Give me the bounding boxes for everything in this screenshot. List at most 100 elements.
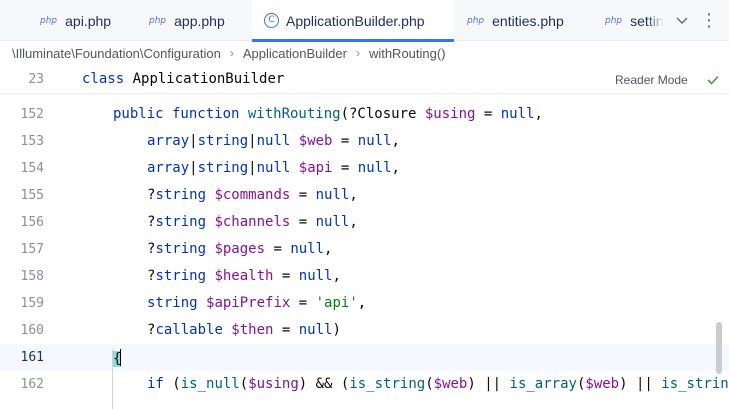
- tab-application-builder-php[interactable]: C ApplicationBuilder.php: [252, 0, 454, 42]
- code-token: ,: [534, 106, 543, 122]
- breadcrumb-namespace[interactable]: \Illuminate\Foundation\Configuration: [12, 46, 221, 61]
- variable: $using: [248, 376, 299, 392]
- variable: $channels: [214, 214, 291, 230]
- editor-tab-bar: php api.php php app.php C ApplicationBui…: [0, 0, 729, 42]
- code-line[interactable]: 155 ?string $commands = null,: [0, 182, 729, 209]
- variable: $web: [585, 376, 620, 392]
- code-token: ,: [357, 295, 367, 311]
- code-token: =: [290, 214, 316, 230]
- tab-app-php[interactable]: php app.php: [149, 0, 225, 41]
- sticky-scope-line[interactable]: 23 class ApplicationBuilder Reader Mode: [0, 66, 729, 94]
- keyword: null: [256, 160, 299, 176]
- line-number: 156: [20, 215, 44, 230]
- code-token: (: [425, 376, 434, 392]
- code-text: ?string $pages = null,: [147, 241, 332, 257]
- indent-guide: [112, 349, 113, 409]
- php-file-icon: php: [605, 15, 623, 26]
- code-editor[interactable]: 152 public function withRouting(?Closure…: [0, 94, 729, 409]
- keyword: callable: [155, 322, 232, 338]
- code-line[interactable]: 158 ?string $health = null,: [0, 263, 729, 290]
- code-token: |: [189, 160, 198, 176]
- code-token: =: [273, 268, 299, 284]
- line-number: 23: [28, 72, 44, 87]
- keyword: null: [315, 214, 350, 230]
- reader-mode-button[interactable]: Reader Mode: [615, 73, 688, 87]
- php-file-icon: php: [467, 15, 485, 26]
- tab-api-php[interactable]: php api.php: [40, 0, 111, 41]
- code-token: (?Closure: [340, 106, 425, 122]
- code-text: ?string $channels = null,: [147, 214, 358, 230]
- keyword: string: [147, 295, 207, 311]
- class-name: ApplicationBuilder: [132, 71, 285, 87]
- keyword: if: [147, 376, 173, 392]
- code-line[interactable]: 154 array|string|null $api = null,: [0, 155, 729, 182]
- tab-settings-php[interactable]: php settin: [605, 0, 667, 41]
- code-text: ?callable $then = null): [147, 322, 341, 338]
- breadcrumb-method[interactable]: withRouting(): [369, 46, 446, 61]
- string-literal: 'api': [315, 295, 358, 311]
- breadcrumb-separator: ›: [355, 46, 360, 60]
- tab-entities-php[interactable]: php entities.php: [467, 0, 564, 41]
- chevron-down-icon[interactable]: [674, 11, 690, 29]
- code-text: array|string|null $api = null,: [147, 160, 400, 176]
- code-line[interactable]: 153 array|string|null $web = null,: [0, 128, 729, 155]
- line-number: 155: [20, 188, 44, 203]
- variable: $web: [433, 376, 468, 392]
- code-line[interactable]: 162 if (is_null($using) && (is_string($w…: [0, 371, 729, 398]
- line-number: 161: [20, 350, 44, 365]
- code-token: =: [290, 187, 316, 203]
- code-token: (: [172, 376, 181, 392]
- code-token: =: [273, 322, 299, 338]
- breadcrumb-class[interactable]: ApplicationBuilder: [243, 46, 347, 61]
- line-number: 154: [20, 161, 44, 176]
- code-line[interactable]: 156 ?string $channels = null,: [0, 209, 729, 236]
- keyword: null: [298, 268, 333, 284]
- code-text: {: [113, 349, 122, 367]
- code-text: public function withRouting(?Closure $us…: [113, 106, 543, 122]
- keyword: string: [155, 187, 215, 203]
- code-line[interactable]: 160 ?callable $then = null): [0, 317, 729, 344]
- keyword: public function: [113, 106, 248, 122]
- code-token: ,: [391, 160, 400, 176]
- code-token: ) ||: [619, 376, 662, 392]
- more-tabs-button[interactable]: ⋮: [699, 10, 719, 30]
- code-token: ,: [324, 241, 333, 257]
- variable: $apiPrefix: [206, 295, 291, 311]
- code-token: =: [332, 133, 358, 149]
- keyword: class: [82, 71, 125, 87]
- inspection-ok-icon[interactable]: [706, 74, 720, 86]
- line-number: 153: [20, 134, 44, 149]
- keyword: array: [147, 160, 190, 176]
- keyword: null: [500, 106, 535, 122]
- keyword: string: [155, 241, 215, 257]
- php-file-icon: php: [149, 15, 167, 26]
- keyword: null: [357, 160, 392, 176]
- keyword: string: [197, 133, 249, 149]
- variable: $web: [298, 133, 333, 149]
- code-line[interactable]: 152 public function withRouting(?Closure…: [0, 101, 729, 128]
- code-token: =: [332, 160, 358, 176]
- keyword: array: [147, 133, 190, 149]
- code-line[interactable]: 159 string $apiPrefix = 'api',: [0, 290, 729, 317]
- code-text: if (is_null($using) && (is_string($web) …: [147, 376, 729, 392]
- keyword: string: [155, 214, 215, 230]
- tab-label: app.php: [174, 12, 225, 29]
- code-text: ?string $commands = null,: [147, 187, 358, 203]
- keyword: string: [197, 160, 249, 176]
- tab-label: settin: [630, 12, 664, 29]
- code-token: |: [248, 133, 257, 149]
- code-line-current[interactable]: 161 {: [0, 344, 729, 371]
- function-name: is_array: [509, 376, 577, 392]
- function-name: is_strin: [661, 376, 729, 392]
- code-line[interactable]: 157 ?string $pages = null,: [0, 236, 729, 263]
- breadcrumb: \Illuminate\Foundation\Configuration › A…: [0, 41, 729, 65]
- function-name: withRouting: [247, 106, 341, 122]
- code-text: ?string $health = null,: [147, 268, 341, 284]
- line-number: 159: [20, 296, 44, 311]
- code-token: ,: [349, 187, 358, 203]
- variable: $commands: [214, 187, 291, 203]
- text-caret: [120, 349, 122, 366]
- function-name: is_string: [349, 376, 426, 392]
- code-token: |: [189, 133, 198, 149]
- vertical-scrollbar-thumb[interactable]: [716, 322, 722, 374]
